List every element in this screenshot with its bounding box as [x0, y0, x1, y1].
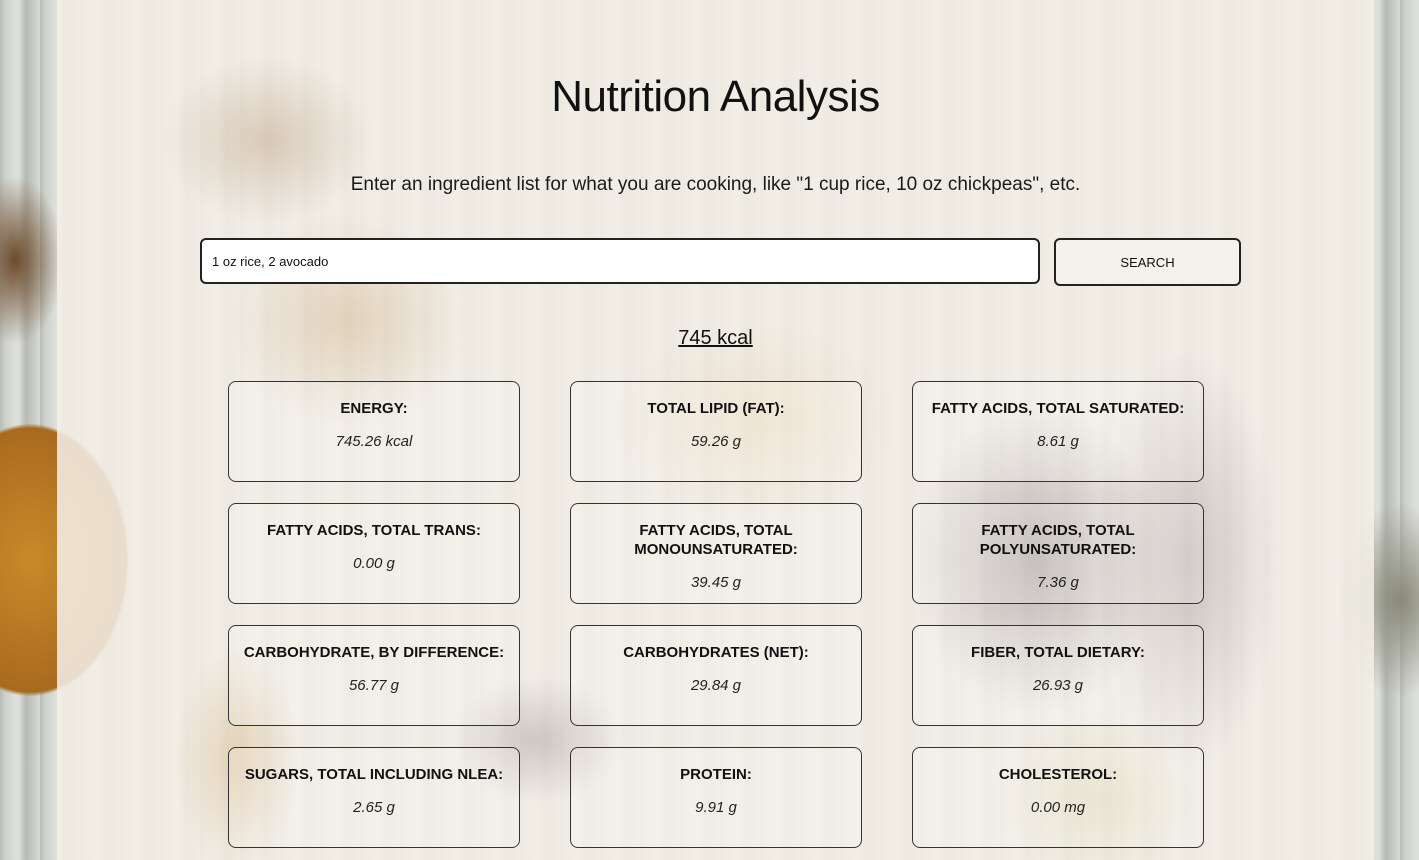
- nutrient-card-monounsaturated-fat: FATTY ACIDS, TOTAL MONOUNSATURATED: 39.4…: [570, 503, 862, 604]
- nutrient-value: 26.93 g: [1032, 677, 1084, 694]
- nutrient-value: 0.00 g: [353, 555, 395, 572]
- nutrient-grid: ENERGY: 745.26 kcal TOTAL LIPID (FAT): 5…: [228, 381, 1204, 848]
- nutrient-label: ENERGY:: [340, 400, 408, 417]
- nutrient-value: 8.61 g: [1037, 433, 1079, 450]
- nutrient-card-trans-fat: FATTY ACIDS, TOTAL TRANS: 0.00 g: [228, 503, 520, 604]
- nutrient-value: 59.26 g: [690, 433, 742, 450]
- nutrient-card-saturated-fat: FATTY ACIDS, TOTAL SATURATED: 8.61 g: [912, 381, 1204, 482]
- nutrient-label: CARBOHYDRATE, BY DIFFERENCE:: [243, 644, 505, 661]
- nutrient-value: 7.36 g: [1037, 574, 1079, 591]
- page-subtitle: Enter an ingredient list for what you ar…: [350, 174, 1081, 195]
- nutrient-label: FATTY ACIDS, TOTAL POLYUNSATURATED:: [979, 522, 1137, 558]
- nutrient-card-cholesterol: CHOLESTEROL: 0.00 mg: [912, 747, 1204, 848]
- nutrient-label: CHOLESTEROL:: [998, 766, 1118, 783]
- search-button[interactable]: SEARCH: [1054, 238, 1241, 286]
- main-panel: Nutrition Analysis Enter an ingredient l…: [57, 0, 1374, 860]
- page-title: Nutrition Analysis: [551, 72, 880, 121]
- nutrient-label: PROTEIN:: [680, 766, 752, 783]
- nutrient-card-net-carbs: CARBOHYDRATES (NET): 29.84 g: [570, 625, 862, 726]
- nutrient-card-polyunsaturated-fat: FATTY ACIDS, TOTAL POLYUNSATURATED: 7.36…: [912, 503, 1204, 604]
- ingredient-search-input[interactable]: [200, 238, 1040, 284]
- nutrient-label: FATTY ACIDS, TOTAL MONOUNSATURATED:: [634, 522, 798, 558]
- nutrient-card-total-fat: TOTAL LIPID (FAT): 59.26 g: [570, 381, 862, 482]
- nutrient-card-protein: PROTEIN: 9.91 g: [570, 747, 862, 848]
- nutrient-value: 745.26 kcal: [335, 433, 413, 450]
- nutrient-value: 39.45 g: [690, 574, 742, 591]
- nutrient-label: FIBER, TOTAL DIETARY:: [971, 644, 1145, 661]
- nutrient-card-fiber: FIBER, TOTAL DIETARY: 26.93 g: [912, 625, 1204, 726]
- nutrient-label: FATTY ACIDS, TOTAL SATURATED:: [931, 400, 1185, 417]
- total-calories-link[interactable]: 745 kcal: [678, 327, 753, 349]
- nutrient-value: 0.00 mg: [1030, 799, 1086, 816]
- nutrient-label: CARBOHYDRATES (NET):: [623, 644, 809, 661]
- nutrient-label: TOTAL LIPID (FAT):: [647, 400, 785, 417]
- nutrient-card-energy: ENERGY: 745.26 kcal: [228, 381, 520, 482]
- nutrient-value: 2.65 g: [353, 799, 395, 816]
- nutrient-label: SUGARS, TOTAL INCLUDING NLEA:: [244, 766, 504, 783]
- nutrient-value: 56.77 g: [348, 677, 400, 694]
- nutrient-value: 29.84 g: [690, 677, 742, 694]
- nutrient-value: 9.91 g: [695, 799, 737, 816]
- nutrient-label: FATTY ACIDS, TOTAL TRANS:: [267, 522, 481, 539]
- total-calories: 745 kcal: [57, 327, 1374, 350]
- nutrient-card-carbohydrate: CARBOHYDRATE, BY DIFFERENCE: 56.77 g: [228, 625, 520, 726]
- nutrient-card-sugars: SUGARS, TOTAL INCLUDING NLEA: 2.65 g: [228, 747, 520, 848]
